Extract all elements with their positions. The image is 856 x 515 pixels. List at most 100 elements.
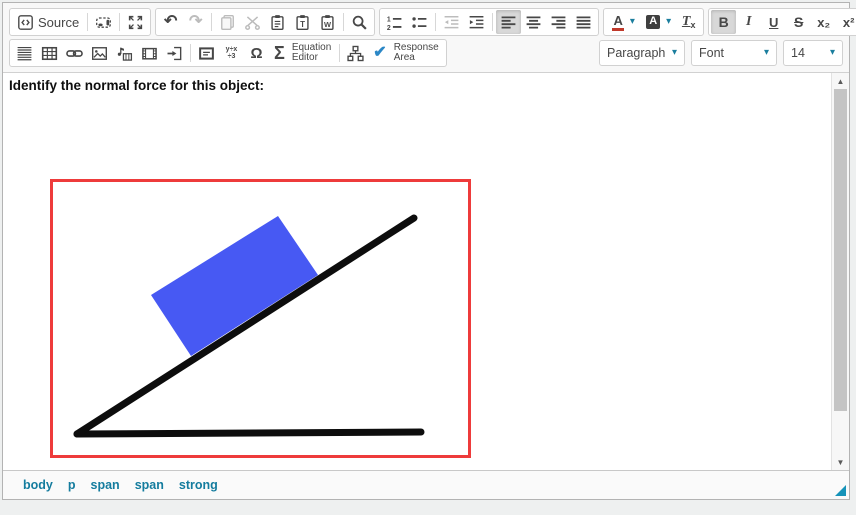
table-icon: [41, 45, 58, 62]
paste-icon: [269, 14, 286, 31]
templates-icon: [95, 14, 112, 31]
separator: [339, 44, 340, 62]
chevron-down-icon: ▾: [764, 48, 769, 58]
path-item-strong[interactable]: strong: [179, 478, 218, 492]
underline-button[interactable]: U: [761, 10, 786, 34]
rich-text-editor: Source: [2, 2, 850, 500]
scroll-down-button[interactable]: ▼: [832, 454, 849, 470]
numbered-list-button[interactable]: 1 2: [382, 10, 407, 34]
justify-button[interactable]: [571, 10, 596, 34]
undo-button[interactable]: ↶: [158, 10, 183, 34]
table-button[interactable]: [37, 41, 62, 65]
decrease-indent-button: [439, 10, 464, 34]
scrollbar-thumb[interactable]: [834, 89, 847, 411]
font-size-dropdown[interactable]: 14 ▾: [783, 40, 843, 66]
media-button[interactable]: [112, 41, 137, 65]
subscript-button[interactable]: x₂: [811, 10, 836, 34]
background-color-button[interactable]: A ▾: [641, 10, 676, 34]
bold-button[interactable]: B: [711, 10, 736, 34]
increase-indent-button[interactable]: [464, 10, 489, 34]
search-icon: [351, 14, 368, 31]
cut-button: [240, 10, 265, 34]
vertical-scrollbar[interactable]: ▲ ▼: [831, 73, 849, 470]
resize-handle[interactable]: [835, 485, 846, 496]
path-item-p[interactable]: p: [68, 478, 76, 492]
underline-icon: U: [769, 15, 778, 30]
scroll-down-icon: ▼: [837, 458, 845, 467]
align-center-icon: [525, 14, 542, 31]
toolbar-row-2: y÷x ÷3 Ω Σ Equation Editor: [9, 39, 843, 67]
omega-icon: Ω: [250, 45, 262, 62]
undo-icon: ↶: [164, 14, 177, 30]
redo-button: ↷: [183, 10, 208, 34]
align-left-button[interactable]: [496, 10, 521, 34]
italic-icon: I: [746, 14, 751, 30]
align-center-button[interactable]: [521, 10, 546, 34]
scroll-up-button[interactable]: ▲: [832, 73, 849, 89]
svg-text:W: W: [324, 20, 331, 29]
special-character-button[interactable]: Ω: [244, 41, 269, 65]
question-text[interactable]: Identify the normal force for this objec…: [9, 77, 831, 95]
bulleted-list-button[interactable]: [407, 10, 432, 34]
image-icon: [91, 45, 108, 62]
math-button[interactable]: y÷x ÷3: [219, 41, 244, 65]
source-icon: [17, 14, 34, 31]
scroll-up-icon: ▲: [837, 77, 845, 86]
editor-content-area[interactable]: Identify the normal force for this objec…: [3, 73, 831, 470]
iframe-button[interactable]: [194, 41, 219, 65]
templates-button[interactable]: [91, 10, 116, 34]
path-item-span[interactable]: span: [91, 478, 120, 492]
outdent-icon: [443, 14, 460, 31]
find-button[interactable]: [347, 10, 372, 34]
equation-editor-button[interactable]: Σ Equation Editor: [269, 41, 336, 65]
video-icon: [141, 45, 158, 62]
separator: [211, 13, 212, 31]
insert-file-button[interactable]: [162, 41, 187, 65]
sigma-icon: Σ: [274, 43, 285, 64]
maximize-button[interactable]: [123, 10, 148, 34]
remove-format-button[interactable]: Tx: [676, 10, 701, 34]
toolbar-group-basicstyles: B I U S x₂ x²: [708, 8, 856, 36]
paste-button[interactable]: [265, 10, 290, 34]
response-area-button[interactable]: ✔ Response Area: [368, 41, 443, 65]
path-item-body[interactable]: body: [23, 478, 53, 492]
text-color-button[interactable]: A ▾: [606, 10, 641, 34]
response-area-label: Response Area: [394, 43, 439, 64]
equation-editor-label: Equation Editor: [292, 43, 331, 64]
italic-button[interactable]: I: [736, 10, 761, 34]
video-button[interactable]: [137, 41, 162, 65]
image-button[interactable]: [87, 41, 112, 65]
strikethrough-button[interactable]: S: [786, 10, 811, 34]
align-left-icon: [500, 14, 517, 31]
element-path-bar: body p span span strong: [3, 470, 849, 499]
align-right-icon: [550, 14, 567, 31]
toolbar-group-insert: y÷x ÷3 Ω Σ Equation Editor: [9, 39, 447, 67]
toolbar-group-document: Source: [9, 8, 151, 36]
bold-icon: B: [719, 14, 729, 30]
media-icon: [116, 45, 133, 62]
link-button[interactable]: [62, 41, 87, 65]
svg-text:T: T: [300, 20, 305, 29]
path-item-span2[interactable]: span: [135, 478, 164, 492]
font-name-dropdown[interactable]: Font ▾: [691, 40, 777, 66]
ground-line: [77, 432, 421, 434]
paste-plain-text-button[interactable]: T: [290, 10, 315, 34]
separator: [119, 13, 120, 31]
toolbar-group-colors: A ▾ A ▾ Tx: [603, 8, 704, 36]
chevron-down-icon: ▾: [630, 17, 635, 27]
line-spacing-button[interactable]: [12, 41, 37, 65]
copy-button: [215, 10, 240, 34]
strikethrough-icon: S: [794, 14, 803, 30]
toolbar-row-1: Source: [9, 8, 843, 36]
align-right-button[interactable]: [546, 10, 571, 34]
separator: [343, 13, 344, 31]
separator: [492, 13, 493, 31]
paragraph-format-dropdown[interactable]: Paragraph ▾: [599, 40, 685, 66]
sitemap-button[interactable]: [343, 41, 368, 65]
paste-from-word-button[interactable]: W: [315, 10, 340, 34]
superscript-button[interactable]: x²: [836, 10, 856, 34]
svg-text:2: 2: [387, 24, 391, 30]
incline-figure-image: [53, 182, 468, 455]
incline-figure[interactable]: [50, 179, 471, 458]
source-button[interactable]: Source: [12, 10, 84, 34]
